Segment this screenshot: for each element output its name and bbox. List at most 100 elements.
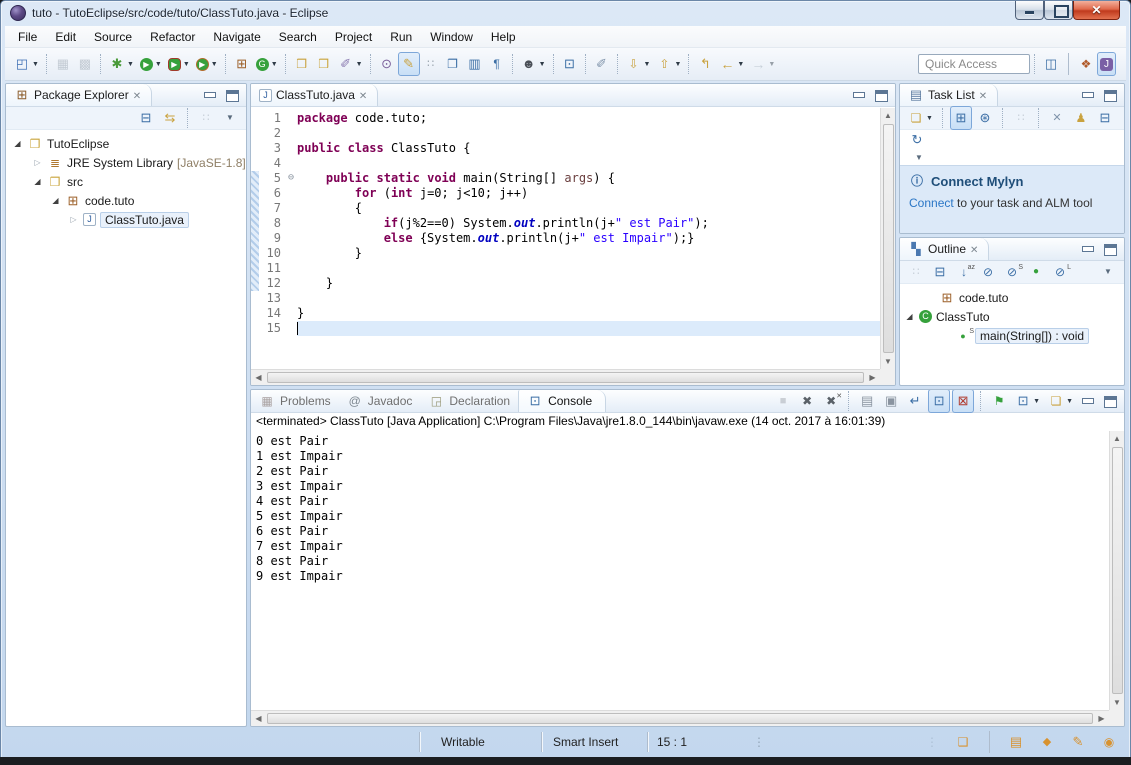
console-vertical-scrollbar[interactable]: ▲ ▼ (1109, 431, 1124, 710)
package-explorer-item-src[interactable]: ◢❒src (6, 172, 246, 191)
editor-tab-classtuto[interactable]: J ClassTuto.java (251, 84, 378, 106)
outline-item-main-string-void[interactable]: ●Smain(String[]) : void (900, 326, 1124, 345)
maximize-view-button[interactable] (1103, 395, 1116, 408)
maximize-editor-button[interactable] (874, 89, 887, 102)
maximize-view-button[interactable] (1103, 243, 1116, 256)
spray-icon[interactable]: ∷ (420, 52, 442, 76)
menu-run[interactable]: Run (381, 28, 421, 46)
window-minimize-button[interactable] (1015, 1, 1044, 20)
scroll-right-arrow[interactable]: ▶ (865, 370, 880, 385)
dropdown-arrow-icon[interactable]: ▼ (356, 61, 363, 68)
scroll-right-arrow[interactable]: ▶ (1094, 711, 1109, 726)
hide-static-icon[interactable]: ⊘S (1001, 260, 1023, 284)
expanded-arrow-icon[interactable]: ◢ (12, 139, 23, 148)
minimize-view-button[interactable] (1081, 89, 1094, 102)
menu-arrow-icon[interactable]: ▼ (1097, 260, 1119, 284)
tab-problems[interactable]: ▦Problems (251, 390, 339, 412)
open-console-icon[interactable]: ❏▼ (1045, 389, 1076, 413)
remove-all-icon[interactable]: ✖✕ (820, 389, 842, 413)
scroll-up-arrow[interactable]: ▲ (1110, 431, 1125, 446)
focus-workweek-icon[interactable]: ♟ (1070, 106, 1092, 130)
java-perspective-icon[interactable]: J (1097, 52, 1116, 76)
scroll-down-arrow[interactable]: ▼ (881, 354, 896, 369)
menu-arrow-icon[interactable]: ▼ (219, 106, 241, 130)
prev-annotation-icon[interactable]: ⇧▼ (653, 52, 684, 76)
scroll-lock-icon[interactable]: ▣ (880, 389, 902, 413)
show-whitespace-icon[interactable]: ¶ (486, 52, 508, 76)
mark-occurrences-icon[interactable]: ✎ (398, 52, 420, 76)
search-icon[interactable]: ⊙ (376, 52, 398, 76)
account-icon[interactable]: ☻▼ (518, 52, 549, 76)
clear-console-icon[interactable]: ▤ (856, 389, 878, 413)
expanded-arrow-icon[interactable]: ◢ (904, 312, 915, 321)
close-view-icon[interactable] (979, 88, 989, 102)
cap-icon[interactable]: ◆ (1036, 730, 1058, 754)
dropdown-arrow-icon[interactable]: ▼ (926, 115, 933, 122)
window-close-button[interactable] (1073, 1, 1120, 20)
minimize-view-button[interactable] (1081, 395, 1094, 408)
scroll-thumb[interactable] (267, 713, 1093, 724)
dropdown-arrow-icon[interactable]: ▼ (211, 61, 218, 68)
folder-icon[interactable]: ❒ (313, 52, 335, 76)
dropdown-arrow-icon[interactable]: ▼ (32, 61, 39, 68)
pin-console-icon[interactable]: ⚑ (988, 389, 1010, 413)
collapsed-arrow-icon[interactable]: ▷ (68, 215, 79, 224)
package-explorer-item-code-tuto[interactable]: ◢⊞code.tuto (6, 191, 246, 210)
stderr-icon[interactable]: ⊠ (952, 389, 974, 413)
package-explorer-tab[interactable]: ⊞ Package Explorer (6, 84, 152, 106)
task-folder-icon[interactable]: ❒ (291, 52, 313, 76)
window-maximize-button[interactable] (1044, 1, 1073, 20)
minimize-view-button[interactable] (203, 89, 216, 102)
run-icon[interactable]: ▶▼ (137, 52, 165, 76)
collapse-all-icon[interactable]: ⊟ (929, 260, 951, 284)
menu-edit[interactable]: Edit (46, 28, 85, 46)
collapse-all-icon[interactable]: ⊟ (135, 106, 157, 130)
last-edit-icon[interactable]: ↰ (694, 52, 716, 76)
external-tools-icon[interactable]: ▶▼ (193, 52, 221, 76)
dropdown-arrow-icon[interactable]: ▼ (183, 61, 190, 68)
expanded-arrow-icon[interactable]: ◢ (32, 177, 43, 186)
block-selection-icon[interactable]: ▥ (464, 52, 486, 76)
restore-icon[interactable]: ❑ (952, 730, 974, 754)
console-horizontal-scrollbar[interactable]: ◀ ▶ (251, 710, 1109, 726)
collapse-all-icon[interactable]: ⊟ (1094, 106, 1116, 130)
minimize-editor-button[interactable] (852, 89, 865, 102)
link-editor-icon[interactable]: ⇆ (159, 106, 181, 130)
task-list-tab[interactable]: ▤ Task List (900, 84, 998, 106)
badge-icon[interactable]: ◉ (1098, 730, 1120, 754)
outline-tab[interactable]: ▚ Outline (900, 238, 989, 260)
dropdown-arrow-icon[interactable]: ▼ (1033, 398, 1040, 405)
sort-icon[interactable]: ↓az (953, 260, 975, 284)
editor-horizontal-scrollbar[interactable]: ◀ ▶ (251, 369, 880, 385)
console-output[interactable]: 0 est Pair1 est Impair2 est Pair3 est Im… (251, 431, 1109, 710)
outline-item-code-tuto[interactable]: ⊞code.tuto (900, 288, 1124, 307)
menu-source[interactable]: Source (85, 28, 141, 46)
debug-icon[interactable]: ✱▼ (106, 52, 137, 76)
dropdown-arrow-icon[interactable]: ▼ (155, 61, 162, 68)
hide-fields-icon[interactable]: ⊘ (977, 260, 999, 284)
menu-navigate[interactable]: Navigate (204, 28, 269, 46)
scroll-left-arrow[interactable]: ◀ (251, 370, 266, 385)
menu-project[interactable]: Project (326, 28, 381, 46)
dropdown-arrow-icon[interactable]: ▼ (644, 61, 651, 68)
display-console-icon[interactable]: ⊡▼ (1012, 389, 1043, 413)
open-perspective-icon[interactable]: ◫ (1040, 52, 1062, 76)
menu-search[interactable]: Search (270, 28, 326, 46)
next-annotation-icon[interactable]: ⇩▼ (623, 52, 654, 76)
paintbrush-icon[interactable]: ✐▼ (335, 52, 366, 76)
back-icon[interactable]: ←▼ (716, 52, 747, 76)
other-perspective-icon[interactable]: ❖ (1075, 52, 1097, 76)
coverage-icon[interactable]: ▶▼ (165, 52, 193, 76)
scroll-down-arrow[interactable]: ▼ (1110, 695, 1125, 710)
scroll-thumb[interactable] (1112, 447, 1123, 694)
expanded-arrow-icon[interactable]: ◢ (50, 196, 61, 205)
menu-file[interactable]: File (9, 28, 46, 46)
remote-console-icon[interactable]: ⊡ (559, 52, 581, 76)
close-editor-icon[interactable] (359, 88, 369, 102)
dropdown-arrow-icon[interactable]: ▼ (674, 61, 681, 68)
minimize-view-button[interactable] (1081, 243, 1094, 256)
collapsed-arrow-icon[interactable]: ▷ (32, 158, 43, 167)
hide-nonpublic-icon[interactable]: ● (1025, 260, 1047, 284)
package-explorer-item-jre-system-library[interactable]: ▷≣JRE System Library [JavaSE-1.8] (6, 153, 246, 172)
tab-console[interactable]: ⊡Console (518, 390, 606, 412)
